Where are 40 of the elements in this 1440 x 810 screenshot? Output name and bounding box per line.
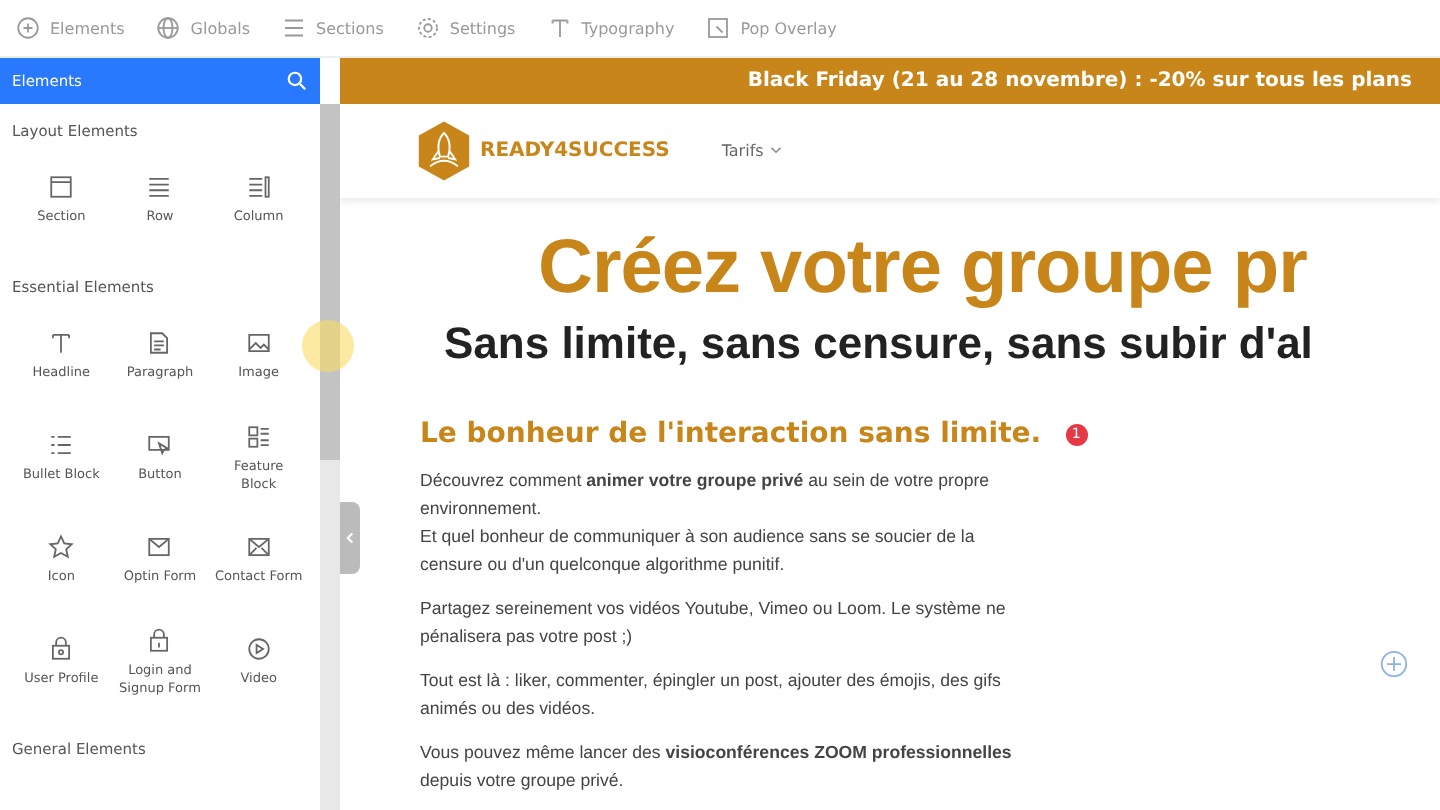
scrollbar-thumb[interactable] — [320, 104, 340, 460]
element-icon — [146, 432, 173, 459]
element-icon — [146, 330, 173, 357]
element-icon — [48, 432, 75, 459]
search-icon[interactable] — [286, 70, 308, 92]
element-icon — [245, 330, 272, 357]
toolbar-icon — [156, 16, 181, 40]
toolbar-icon — [281, 16, 306, 40]
chevron-left-icon — [344, 531, 356, 544]
page-subtitle: Sans limite, sans censure, sans subir d'al — [444, 317, 1315, 370]
collapse-handle[interactable] — [340, 501, 360, 574]
toolbar-icon — [706, 16, 731, 40]
element-icon — [48, 174, 75, 201]
element-icon — [48, 636, 75, 663]
paragraph: Vous pouvez même lancer des visioconférences ZOOM professionnelles depuis votre groupe privé. — [420, 740, 1014, 794]
element-icon — [245, 636, 272, 663]
section-heading: Le bonheur de l'interaction sans limite. — [420, 418, 1042, 450]
toolbar-icon — [16, 16, 40, 40]
nav-link[interactable]: Tarifs — [721, 141, 782, 160]
paragraph: Et quel bonheur de communiquer à son audience sans se soucier de la censure ou d'un quelconque algorithme punitif. — [420, 524, 977, 578]
element-icon — [245, 423, 272, 450]
toolbar-icon — [415, 16, 440, 40]
cursor-highlight — [302, 320, 354, 372]
rocket-logo-icon — [416, 119, 472, 182]
banner-text: Black Friday (21 au 28 novembre) : -20% sur tous les plans — [747, 69, 1412, 92]
add-icon[interactable] — [1380, 649, 1408, 678]
element-icon — [48, 534, 75, 561]
element-icon — [245, 534, 272, 561]
element-icon — [245, 174, 272, 201]
element-icon — [48, 330, 75, 357]
element-icon — [146, 174, 173, 201]
page-title: Créez votre groupe pr — [538, 225, 1309, 314]
paragraph: Partagez sereinement vos vidéos Youtube, Vimeo ou Loom. Le système ne pénalisera pas votre post ;) — [420, 596, 1008, 650]
paragraph: Tout est là : liker, commenter, épingler un post, ajouter des émojis, des gifs animés ou des vidéos. — [420, 668, 1003, 722]
brand-name: READY4SUCCESS — [480, 139, 670, 162]
element-icon — [146, 627, 173, 654]
paragraph: Découvrez comment animer votre groupe privé au sein de votre propre environnement. — [420, 468, 992, 522]
toolbar-icon — [547, 16, 572, 40]
element-icon — [146, 534, 173, 561]
caret-icon — [769, 144, 782, 157]
